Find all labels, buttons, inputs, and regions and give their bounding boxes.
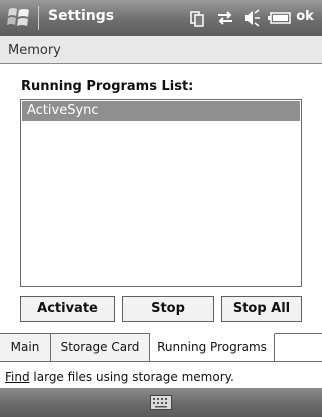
find-link[interactable]: Find (5, 370, 30, 384)
tab-storage-card[interactable]: Storage Card (51, 334, 150, 361)
activate-button[interactable]: Activate (20, 296, 115, 322)
tab-strip: Main Storage Card Running Programs (0, 333, 322, 361)
windows-start-icon[interactable] (6, 6, 32, 30)
find-large-files-text: Find large files using storage memory. (5, 370, 234, 384)
tab-main[interactable]: Main (0, 334, 51, 361)
sync-icon[interactable] (216, 9, 234, 27)
footer-divider (0, 361, 322, 362)
list-item-activesync[interactable]: ActiveSync (22, 101, 300, 121)
battery-icon[interactable] (268, 9, 292, 27)
page-title: Memory (8, 43, 61, 58)
tab-strip-filler (275, 334, 322, 361)
ok-button[interactable]: ok (294, 7, 316, 27)
speaker-icon[interactable] (242, 9, 262, 27)
running-programs-heading: Running Programs List: (21, 79, 194, 94)
stop-all-button[interactable]: Stop All (221, 296, 302, 322)
header-divider (0, 63, 322, 64)
tab-running-programs[interactable]: Running Programs (150, 333, 275, 361)
stop-button[interactable]: Stop (122, 296, 214, 322)
keyboard-icon[interactable] (150, 395, 172, 410)
app-title: Settings (48, 8, 115, 24)
settings-screen: Settings ok Memory Running Programs List… (0, 0, 322, 417)
find-link-description: large files using storage memory. (29, 370, 234, 384)
running-programs-list[interactable]: ActiveSync (20, 99, 302, 287)
bottom-menu-bar (0, 388, 322, 417)
title-bar: Settings ok (0, 0, 322, 36)
title-separator (38, 6, 39, 30)
page-header: Memory (0, 36, 322, 64)
connectivity-icon[interactable] (190, 9, 204, 27)
